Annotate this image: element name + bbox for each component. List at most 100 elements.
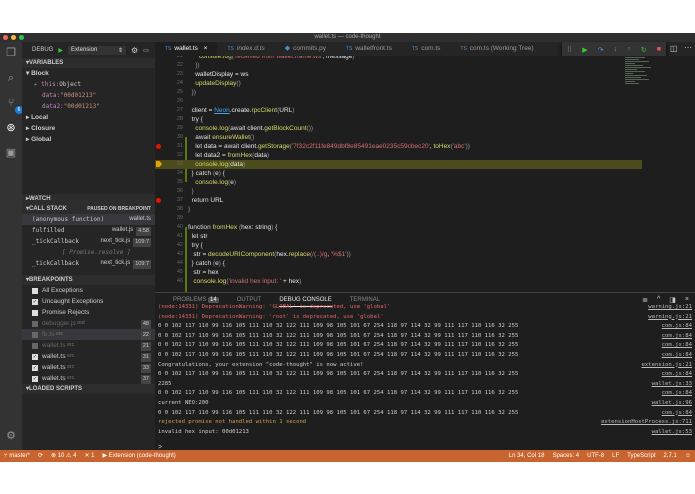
console-source-link[interactable]: com.js:84 [662,351,695,361]
breakpoint-checkbox[interactable]: ✓ [32,375,38,382]
minimap[interactable] [625,56,655,156]
breakpoint-item[interactable]: debugger.js out 48 [22,318,155,329]
call-stack-frame[interactable]: _tickCallback next_tick.js 109:7 [22,236,155,247]
maximize-panel-icon[interactable]: ^ [657,296,660,304]
step-over-icon[interactable]: ↷ [598,46,604,54]
editor-tab[interactable]: TS wallet.ts × [155,42,218,56]
close-panel-icon[interactable]: × [685,296,689,304]
console-source-link[interactable]: com.js:84 [662,341,695,351]
console-source-link[interactable]: com.js:84 [662,322,695,332]
variables-scope-closure[interactable]: ▸ Closure [22,123,155,134]
variable-item[interactable]: ▸ this: Object [22,79,155,90]
code-line[interactable]: 28 try { [155,115,642,124]
editor-tab[interactable]: TS com.ts [402,42,451,56]
split-editor-icon[interactable]: ◫ [670,44,678,53]
breakpoint-checkbox[interactable] [32,320,38,327]
code-line[interactable]: 45 str = hex [155,268,642,277]
breakpoint-checkbox[interactable] [32,342,38,349]
breakpoint-item[interactable]: Promise Rejects [22,307,155,318]
code-line[interactable]: 38} [155,205,642,214]
breakpoint-item[interactable]: wallet.ts src 21 [22,340,155,351]
code-line[interactable]: 34 } catch (e) { [155,169,642,178]
debug-icon[interactable]: ⊛ [4,121,18,135]
feedback-smiley-icon[interactable]: ☺ [685,450,691,462]
encoding[interactable]: UTF-8 [587,450,604,462]
indentation[interactable]: Spaces: 4 [552,450,579,462]
conflicts-indicator[interactable]: ✕ 1 [84,450,94,462]
console-source-link[interactable]: com.js:84 [662,389,695,399]
search-icon[interactable]: ⌕ [4,71,18,85]
code-line[interactable]: 24 updateDisplay() [155,79,642,88]
console-source-link[interactable]: com.js:84 [662,409,695,419]
minimize-window-button[interactable] [11,35,16,40]
drag-handle-icon[interactable]: ⠿ [567,46,572,54]
source-control-icon[interactable]: ⑂ 6 [4,96,23,114]
code-line[interactable]: 27 client = Neon.create.rpcClient(URL) [155,106,642,115]
configure-gear-icon[interactable]: ⚙ [131,46,138,55]
variables-scope-block[interactable]: ▾ Block [22,68,155,79]
code-line[interactable]: 39 [155,214,642,223]
breakpoint-checkbox[interactable] [32,331,38,338]
console-source-link[interactable]: com.js:84 [662,370,695,380]
step-out-icon[interactable]: ↑ [627,46,631,53]
code-line[interactable]: 23 walletDisplay = ws [155,70,642,79]
code-line[interactable]: 35 console.log(e) [155,178,642,187]
launch-config-select[interactable]: Extension ⇕ [67,45,126,55]
typescript-version[interactable]: 2.7.1 [664,450,677,462]
code-line[interactable]: 31 let data = await client.getStorage('7… [155,142,642,151]
breakpoint-item[interactable]: ✓ wallet.ts src 37 [22,373,155,384]
close-tab-icon[interactable]: × [202,45,208,52]
debug-console-toggle-icon[interactable]: ▭ [143,47,149,54]
more-actions-icon[interactable]: ⋯ [684,43,692,52]
breakpoint-icon[interactable] [156,198,161,203]
console-source-link[interactable]: com.js:84 [662,332,695,342]
code-line[interactable]: 22 }) [155,61,642,70]
console-source-link[interactable]: wallet.js:53 [652,428,695,438]
console-source-link[interactable]: extensionHostProcess.js:711 [601,418,695,428]
extensions-icon[interactable]: ▣ [4,146,18,160]
breakpoint-checkbox[interactable] [32,309,38,316]
language-mode[interactable]: TypeScript [627,450,655,462]
problems-indicator[interactable]: ⊗ 10 ⚠ 4 [51,450,76,462]
step-into-icon[interactable]: ↓ [614,46,618,53]
branch-indicator[interactable]: ⑂ master* [4,450,30,462]
editor-tab[interactable]: TS walletfront.ts [336,42,402,56]
code-editor[interactable]: 21 console.log('received from wallet.fra… [155,56,695,292]
sync-icon[interactable]: ⟳ [38,450,43,462]
restart-icon[interactable]: ↻ [641,46,647,54]
code-line[interactable]: 42 try { [155,241,642,250]
callstack-section-header[interactable]: ▾ CALL STACK PAUSED ON BREAKPOINT [22,204,155,214]
call-stack-frame[interactable]: _tickCallback next_tick.js 109:7 [22,258,155,269]
console-source-link[interactable]: extension.js:21 [641,361,695,371]
loaded-scripts-section-header[interactable]: ▾ LOADED SCRIPTS [22,384,155,394]
continue-icon[interactable]: ▶ [582,46,587,54]
breakpoint-checkbox[interactable] [32,287,38,294]
breakpoint-item[interactable]: ✓ wallet.ts src 31 [22,351,155,362]
breakpoint-checkbox[interactable]: ✓ [32,364,38,371]
current-statement-icon[interactable] [156,161,162,167]
code-line[interactable]: 32 let data2 = fromHex(data) [155,151,642,160]
start-debugging-icon[interactable]: ▶ [58,47,63,54]
variables-section-header[interactable]: ▾ VARIABLES [22,58,155,68]
breakpoint-checkbox[interactable]: ✓ [32,298,38,305]
cursor-position[interactable]: Ln 34, Col 18 [509,450,545,462]
watch-section-header[interactable]: ▸ WATCH [22,194,155,204]
variables-scope-global[interactable]: ▸ Global [22,134,155,145]
breakpoint-item[interactable]: ✓ Uncaught Exceptions [22,296,155,307]
console-source-link[interactable]: warning.js:21 [648,303,695,313]
explorer-icon[interactable]: ❐ [4,46,18,60]
clear-console-icon[interactable]: ≣ [642,296,648,304]
editor-tab[interactable]: TS index.d.ts [217,42,274,56]
settings-gear-icon[interactable]: ⚙ [4,429,18,443]
line-ending[interactable]: LF [612,450,619,462]
breakpoint-icon[interactable] [156,144,161,149]
code-line[interactable]: 29 console.log(await client.getBlockCoun… [155,124,642,133]
code-line[interactable]: 44 } catch (e) { [155,259,642,268]
call-stack-frame[interactable]: (anonymous function) wallet.ts [22,214,155,225]
editor-tab[interactable]: ◆ commits.py [275,42,336,56]
code-line[interactable]: 46 console.log('invalid hex input: ' + h… [155,277,642,286]
console-source-link[interactable]: wallet.js:96 [652,399,695,409]
code-line[interactable]: 36 } [155,187,642,196]
code-line[interactable]: 25 }) [155,88,642,97]
editor-tab[interactable]: TS com.ts (Working Tree) [450,42,543,56]
